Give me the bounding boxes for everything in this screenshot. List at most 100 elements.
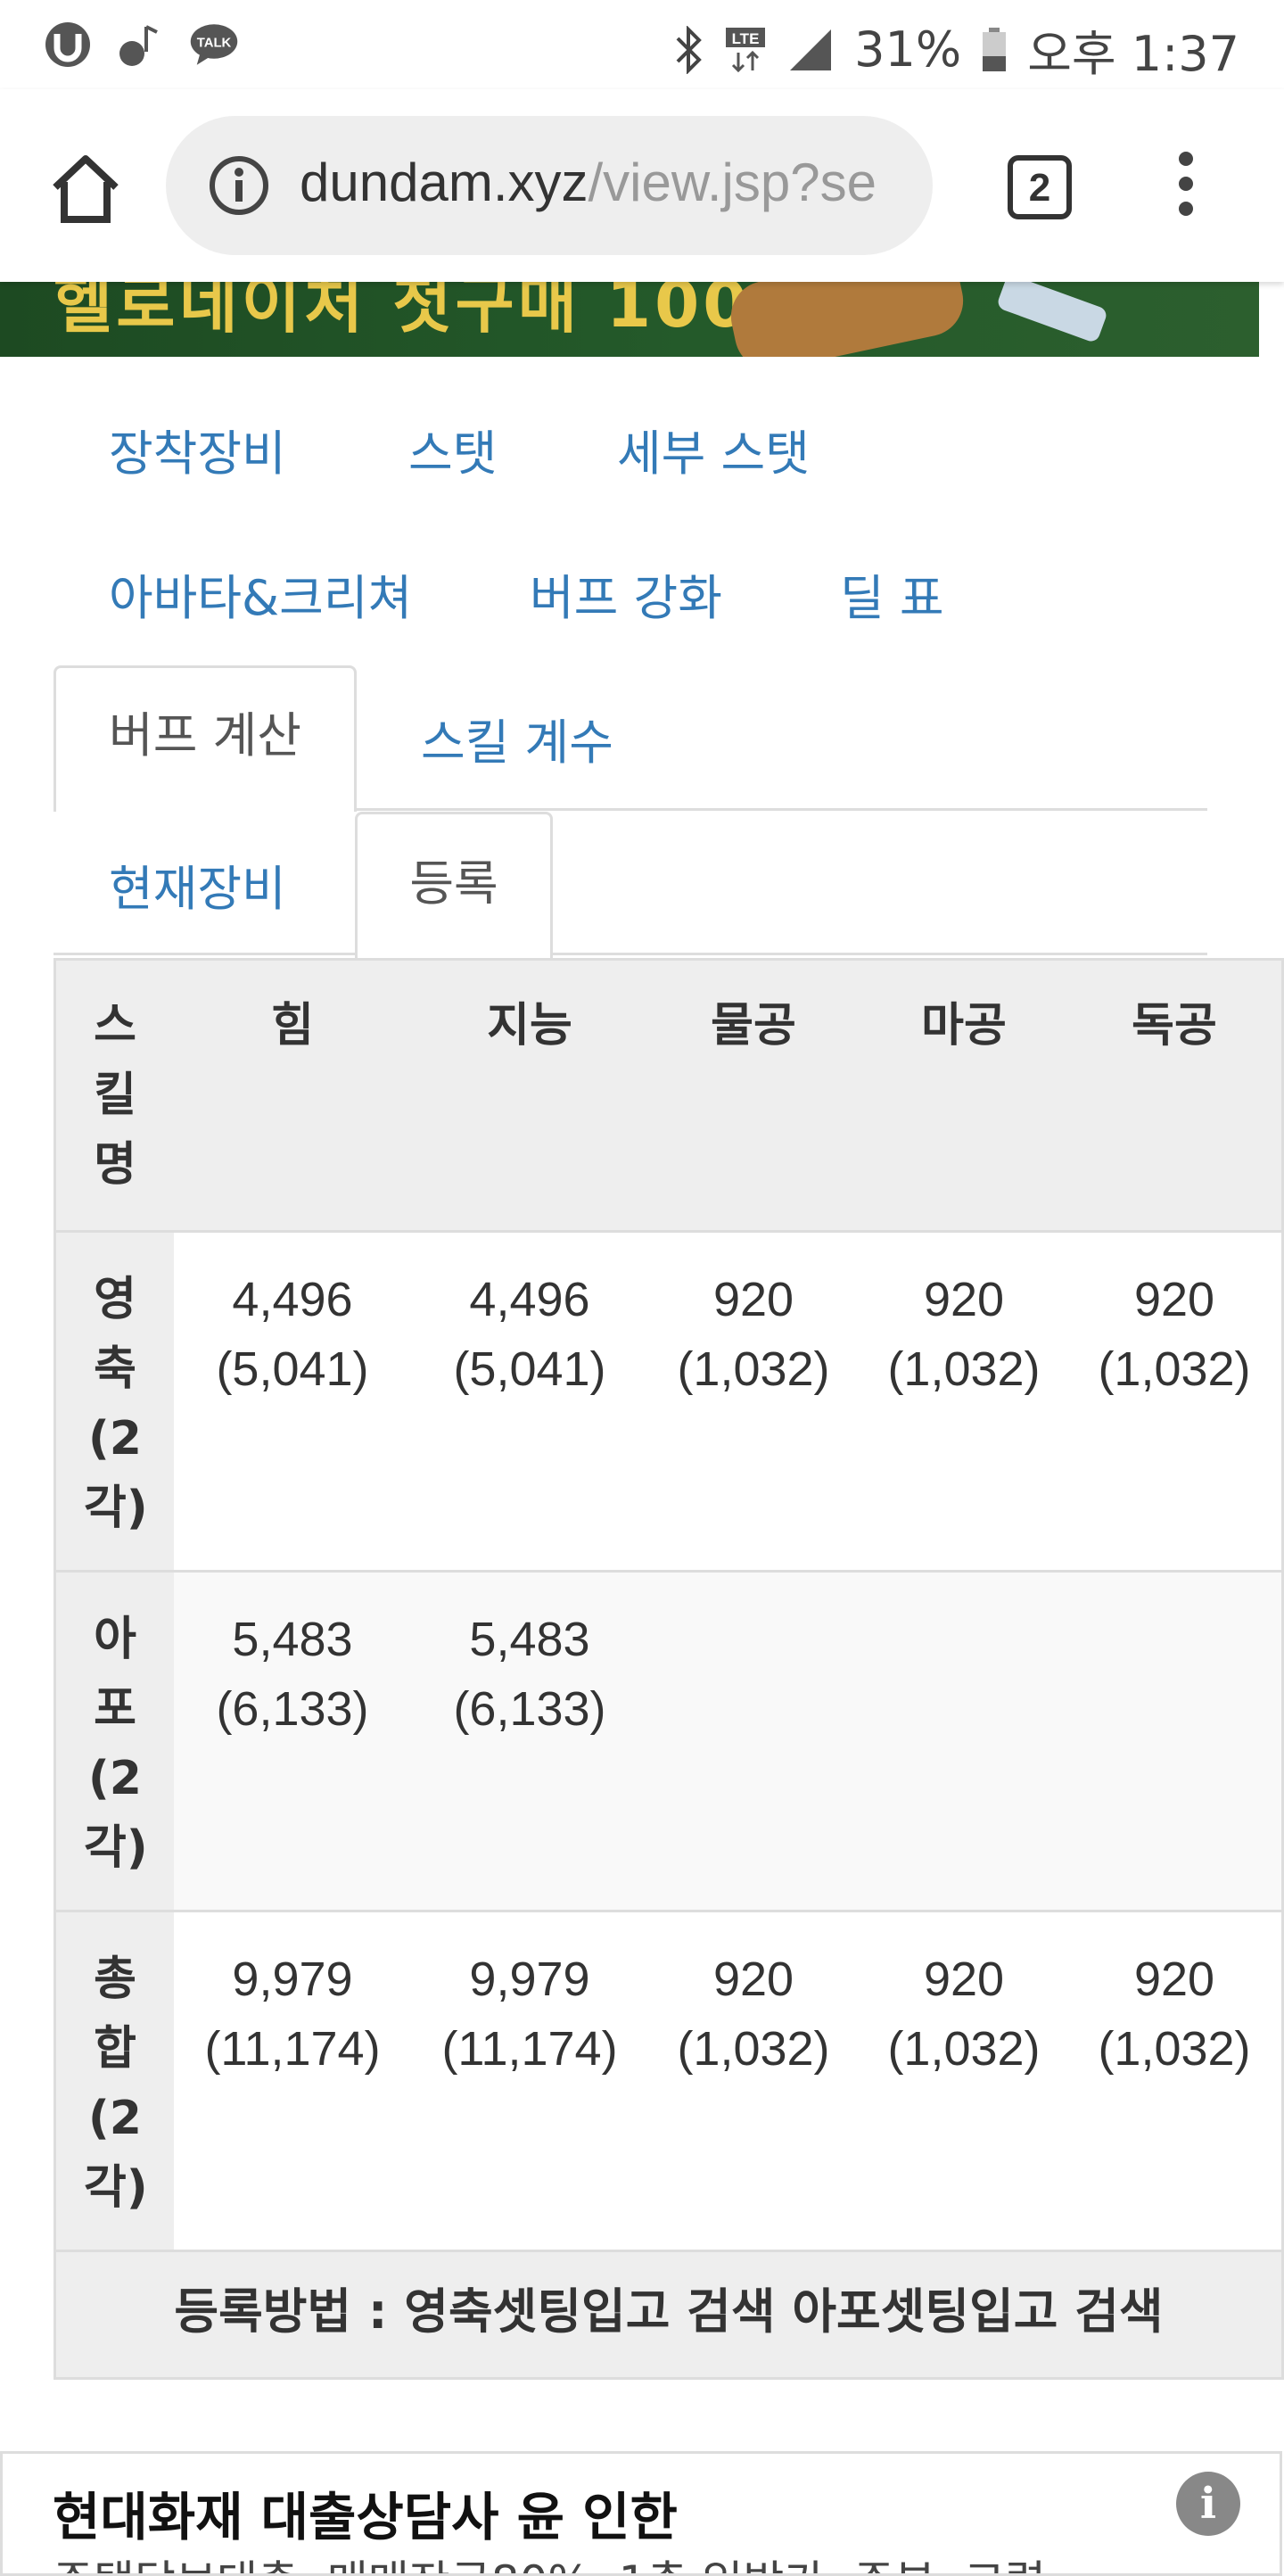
table-row: 영축(2각) 4,496 (5,041) 4,496 (5,041) 920 (1,0… <box>56 1233 1281 1573</box>
table-cell: 920 (1,032) <box>648 1912 859 2084</box>
header-str: 힘 <box>271 999 314 1053</box>
table-cell: 920 (1,032) <box>1069 1912 1280 2084</box>
cell-subvalue: (1,032) <box>1098 2022 1251 2076</box>
table-cell: 5,483 (6,133) <box>411 1573 648 1744</box>
cell-subvalue: (6,133) <box>216 1682 369 1736</box>
bluetooth-icon <box>672 25 704 74</box>
banner-product-image <box>995 282 1109 344</box>
lte-icon-label: LTE <box>732 30 760 47</box>
table-cell: 920 (1,032) <box>648 1233 859 1404</box>
row-skill-name: 영축(2각) <box>56 1233 174 1570</box>
bottom-ad[interactable]: 현대화재 대출상담사 윤 인한 주택담보대출, 매매잔금80%, 1층 임방가,… <box>0 2451 1282 2576</box>
cell-subvalue: (6,133) <box>453 1682 606 1736</box>
clock: 오후 1:37 <box>1027 26 1239 82</box>
table-cell <box>1069 1573 1280 1605</box>
nav-link-stats[interactable]: 스탯 <box>408 414 497 484</box>
tab-skill-coefficient[interactable]: 스킬 계수 <box>421 703 613 773</box>
overflow-menu-icon[interactable] <box>1159 152 1213 223</box>
row-skill-name-text: 아포(2각) <box>84 1613 148 1875</box>
header-skill-name-text: 스킬명 <box>94 999 136 1192</box>
cell-value: 920 <box>923 1273 1005 1326</box>
row-skill-name: 아포(2각) <box>56 1573 174 1910</box>
nav-link-detail-stats[interactable]: 세부 스탯 <box>617 414 810 484</box>
table-footer: 등록방법 : 영축셋팅입고 검색 아포셋팅입고 검색 <box>56 2252 1281 2377</box>
header-indep-atk: 독공 <box>1132 999 1217 1053</box>
nav-link-damage-table[interactable]: 딜 표 <box>840 558 944 629</box>
cell-value: 5,483 <box>469 1613 590 1666</box>
talk-icon-label: TALK <box>197 37 232 51</box>
talk-icon: TALK <box>189 20 239 70</box>
header-mag-atk: 마공 <box>921 999 1007 1053</box>
table-header-row: 스킬명 힘 지능 물공 마공 독공 <box>56 961 1281 1233</box>
info-icon[interactable] <box>209 155 269 216</box>
cell-subvalue: (5,041) <box>453 1342 606 1396</box>
cell-subvalue: (1,032) <box>887 2022 1041 2076</box>
cell-value: 920 <box>712 1273 794 1326</box>
table-cell: 4,496 (5,041) <box>174 1233 411 1404</box>
banner-ad[interactable]: 헬로네이처 첫구매 100원 <box>0 282 1259 357</box>
header-int: 지능 <box>487 999 572 1053</box>
cell-subvalue: (1,032) <box>677 1342 830 1396</box>
address-bar[interactable]: dundam.xyz/view.jsp?se <box>166 116 933 255</box>
url-path: /view.jsp?se <box>588 153 877 212</box>
battery-percent: 31% <box>854 21 962 78</box>
browser-toolbar: dundam.xyz/view.jsp?se 2 <box>0 89 1284 282</box>
header-phys-atk: 물공 <box>711 999 796 1053</box>
url-text[interactable]: dundam.xyz/view.jsp?se <box>300 152 877 213</box>
row-skill-name: 총합(2각) <box>56 1912 174 2250</box>
cell-subvalue: (1,032) <box>887 1342 1041 1396</box>
tab-divider <box>54 953 1207 955</box>
cell-value: 9,979 <box>469 1953 590 2006</box>
table-cell: 920 (1,032) <box>1069 1233 1280 1404</box>
tab-current-equipment[interactable]: 현재장비 <box>109 849 286 920</box>
lte-icon: LTE <box>724 26 767 74</box>
nav-link-equipment[interactable]: 장착장비 <box>109 414 286 484</box>
tab-switcher-button[interactable]: 2 <box>1008 155 1072 219</box>
cell-subvalue: (1,032) <box>677 2022 830 2076</box>
buff-table: 스킬명 힘 지능 물공 마공 독공 영축(2각) 4,496 (5,041) 4,… <box>54 958 1284 2380</box>
cell-subvalue: (11,174) <box>204 2022 381 2076</box>
table-cell: 9,979 (11,174) <box>174 1912 411 2084</box>
battery-icon <box>981 26 1008 74</box>
banner-food-image <box>724 282 970 357</box>
row-skill-name-text: 영축(2각) <box>84 1273 148 1535</box>
ad-title: 현대화재 대출상담사 윤 인한 <box>53 2487 678 2547</box>
cell-value: 920 <box>1133 1953 1215 2006</box>
nav-link-buff-enhance[interactable]: 버프 강화 <box>530 558 722 629</box>
table-cell: 4,496 (5,041) <box>411 1233 648 1404</box>
cell-subvalue: (11,174) <box>441 2022 618 2076</box>
cell-value: 920 <box>923 1953 1005 2006</box>
cell-value: 4,496 <box>232 1273 353 1326</box>
table-cell: 5,483 (6,133) <box>174 1573 411 1744</box>
status-icons-left: TALK <box>43 20 239 70</box>
ad-info-icon[interactable]: i <box>1176 2472 1240 2536</box>
cell-value: 920 <box>1133 1273 1215 1326</box>
banner-text: 헬로네이처 첫구매 100원 <box>54 282 814 342</box>
cell-value: 920 <box>712 1953 794 2006</box>
table-cell <box>648 1573 859 1605</box>
table-cell: 9,979 (11,174) <box>411 1912 648 2084</box>
cell-subvalue: (1,032) <box>1098 1342 1251 1396</box>
status-icons-right: LTE 31% 오후 1:37 <box>672 14 1239 85</box>
cell-value: 4,496 <box>469 1273 590 1326</box>
url-host: dundam.xyz <box>300 153 588 212</box>
bluetooth-music-icon <box>116 20 166 70</box>
cell-value: 5,483 <box>232 1613 353 1666</box>
table-row: 아포(2각) 5,483 (6,133) 5,483 (6,133) <box>56 1573 1281 1912</box>
tab-register[interactable]: 등록 <box>355 812 553 958</box>
signal-icon <box>786 26 835 74</box>
header-skill-name: 스킬명 <box>56 961 174 1260</box>
table-cell: 920 (1,032) <box>859 1233 1069 1404</box>
row-skill-name-text: 총합(2각) <box>84 1953 148 2215</box>
nav-link-avatar-creature[interactable]: 아바타&크리쳐 <box>109 558 412 629</box>
u-plus-icon <box>43 20 93 70</box>
ad-subtitle: 주택담보대출, 매매잔금80%, 1층 임방가, 주부, 고령 <box>53 2547 1046 2573</box>
table-cell: 920 (1,032) <box>859 1912 1069 2084</box>
cell-value: 9,979 <box>232 1953 353 2006</box>
table-cell <box>859 1573 1069 1605</box>
home-icon[interactable] <box>46 150 125 228</box>
cell-subvalue: (5,041) <box>216 1342 369 1396</box>
tab-buff-calc[interactable]: 버프 계산 <box>54 665 357 812</box>
status-bar: TALK LTE 31% 오후 1:37 <box>0 0 1284 89</box>
table-row: 총합(2각) 9,979 (11,174) 9,979 (11,174) 920 (1… <box>56 1912 1281 2252</box>
